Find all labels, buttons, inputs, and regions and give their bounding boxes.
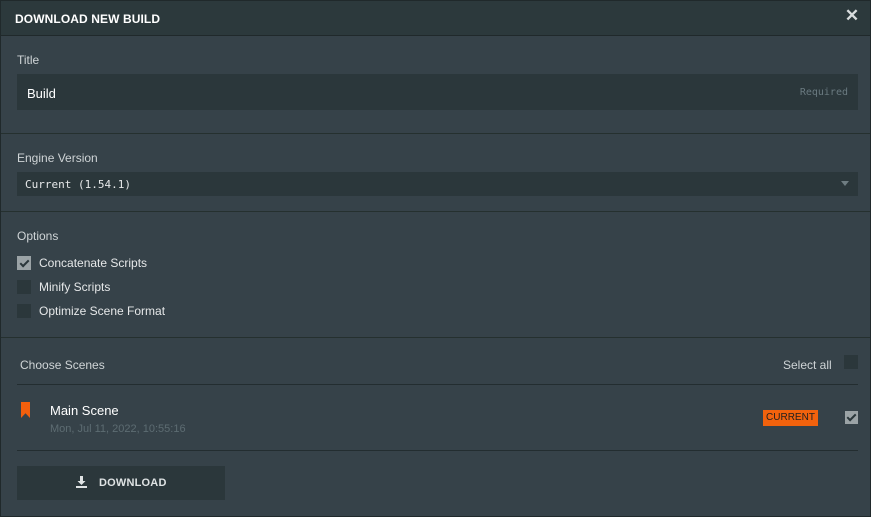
section-divider <box>1 133 870 134</box>
bookmark-icon <box>21 402 30 418</box>
engine-version-label: Engine Version <box>17 151 98 165</box>
title-input-value: Build <box>27 86 56 101</box>
options-label: Options <box>17 229 59 243</box>
download-button-label: DOWNLOAD <box>99 477 167 489</box>
chevron-down-icon <box>841 181 849 186</box>
download-icon <box>76 476 87 488</box>
optimize-scene-format-checkbox[interactable] <box>17 304 31 318</box>
title-label: Title <box>17 53 40 67</box>
scene-name: Main Scene <box>50 403 119 418</box>
engine-version-select[interactable]: Current (1.54.1) <box>17 172 858 196</box>
close-icon[interactable]: ✕ <box>844 7 860 24</box>
choose-scenes-label: Choose Scenes <box>20 358 105 372</box>
current-badge: CURRENT <box>763 410 818 426</box>
download-build-dialog: DOWNLOAD NEW BUILD ✕ Title Build Require… <box>0 0 871 517</box>
minify-scripts-checkbox[interactable] <box>17 280 31 294</box>
scenes-divider <box>17 384 858 385</box>
section-divider <box>1 211 870 212</box>
title-input[interactable]: Build Required <box>17 74 858 110</box>
dialog-header: DOWNLOAD NEW BUILD ✕ <box>1 1 870 36</box>
download-button[interactable]: DOWNLOAD <box>17 466 225 500</box>
concatenate-scripts-checkbox[interactable] <box>17 256 31 270</box>
option-label: Optimize Scene Format <box>39 304 166 318</box>
section-divider <box>1 337 870 338</box>
option-label: Minify Scripts <box>39 280 111 294</box>
scene-row[interactable]: Main Scene Mon, Jul 11, 2022, 10:55:16 C… <box>17 386 858 450</box>
engine-version-value: Current (1.54.1) <box>25 178 131 191</box>
option-label: Concatenate Scripts <box>39 256 148 270</box>
select-all-checkbox[interactable] <box>844 355 858 369</box>
title-input-placeholder: Required <box>799 87 848 98</box>
dialog-title: DOWNLOAD NEW BUILD <box>15 12 161 26</box>
select-all-label[interactable]: Select all <box>783 358 832 372</box>
scene-checkbox[interactable] <box>845 411 858 424</box>
scene-date: Mon, Jul 11, 2022, 10:55:16 <box>50 423 186 435</box>
scenes-divider <box>17 450 858 451</box>
